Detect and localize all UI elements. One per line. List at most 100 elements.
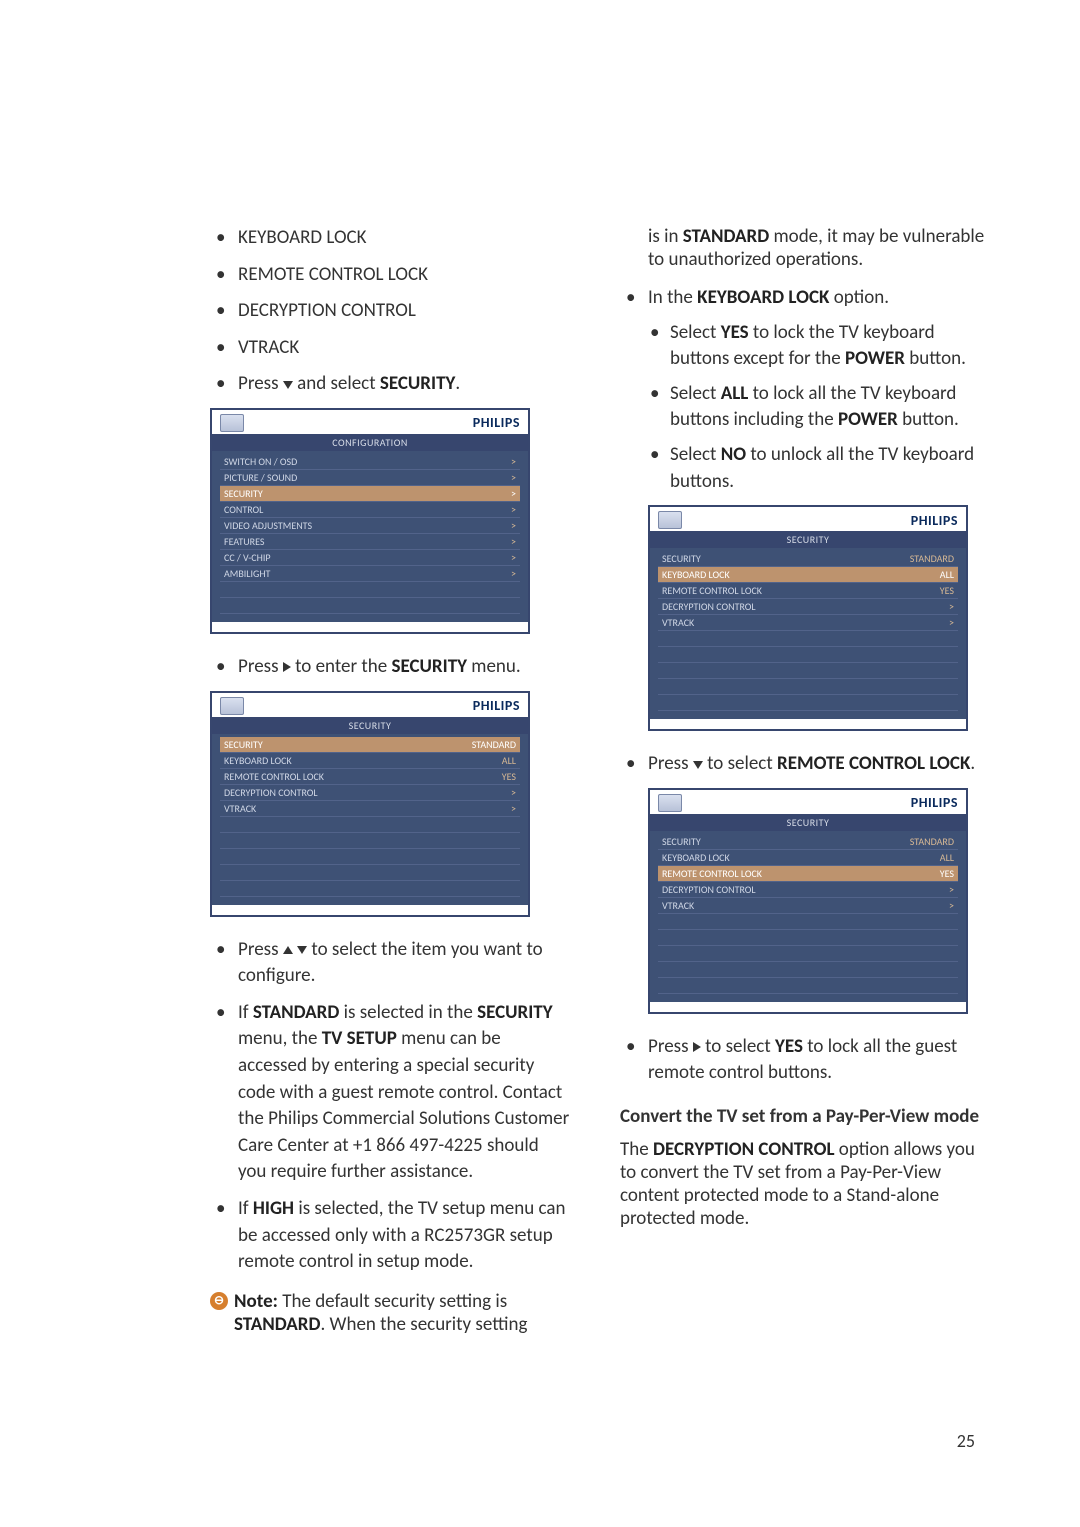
menu-row: DECRYPTION CONTROL>: [658, 599, 958, 615]
menu-row: [658, 930, 958, 946]
menu-row: [658, 978, 958, 994]
menu-row-value: >: [949, 616, 954, 629]
osd-body: SECURITYSTANDARDKEYBOARD LOCKALLREMOTE C…: [650, 831, 966, 1002]
menu-row: KEYBOARD LOCKALL: [220, 753, 520, 769]
menu-row: KEYBOARD LOCKALL: [658, 850, 958, 866]
menu-row-label: [224, 583, 226, 596]
menu-row: [658, 695, 958, 711]
menu-row-label: [662, 648, 664, 661]
menu-row-label: SECURITY: [224, 487, 263, 500]
down-arrow-icon: [283, 381, 293, 389]
osd-security-remote: PHILIPS SECURITY SECURITYSTANDARDKEYBOAR…: [648, 788, 968, 1014]
osd-title: SECURITY: [650, 531, 966, 548]
instruction-list: Press to enter the SECURITY menu.: [210, 654, 570, 681]
instruction-press-down-remote: Press to select REMOTE CONTROL LOCK.: [620, 751, 985, 778]
menu-row-value: >: [511, 471, 516, 484]
menu-row: VTRACK >: [658, 615, 958, 631]
instruction-high: If HIGH is selected, the TV setup menu c…: [210, 1196, 570, 1276]
instruction-list: Press to select YES to lock all the gues…: [620, 1034, 985, 1087]
menu-row: REMOTE CONTROL LOCKYES: [220, 769, 520, 785]
menu-row-label: SECURITY: [224, 738, 263, 751]
menu-row: [220, 865, 520, 881]
item-label: VTRACK: [238, 336, 299, 359]
instruction-list: Press to select REMOTE CONTROL LOCK.: [620, 751, 985, 778]
osd-security: PHILIPS SECURITY SECURITYSTANDARDKEYBOAR…: [210, 691, 530, 917]
menu-row: KEYBOARD LOCKALL: [658, 567, 958, 583]
menu-row: [220, 598, 520, 614]
instruction-list: Press to select the item you want to con…: [210, 937, 570, 1276]
note-text: Note: The default security setting is ST…: [234, 1290, 570, 1336]
right-arrow-icon: [283, 662, 291, 672]
item-label: REMOTE CONTROL LOCK: [238, 263, 428, 286]
menu-row-label: KEYBOARD LOCK: [662, 568, 730, 581]
option-no: Select NO to unlock all the TV keyboard …: [648, 442, 985, 495]
menu-row-value: >: [511, 455, 516, 468]
continuation-text: is in STANDARD mode, it may be vulnerabl…: [620, 225, 985, 271]
menu-row: CC / V-CHIP>: [220, 550, 520, 566]
menu-row: [220, 582, 520, 598]
menu-row: SECURITYSTANDARD: [220, 737, 520, 753]
page-number: 25: [957, 1430, 975, 1452]
menu-row: [658, 962, 958, 978]
instruction-press-down: Press and select SECURITY.: [210, 371, 570, 398]
menu-row-label: [662, 680, 664, 693]
menu-row-label: [662, 979, 664, 992]
osd-header: PHILIPS: [212, 693, 528, 717]
menu-row: CONTROL>: [220, 502, 520, 518]
menu-row: [658, 946, 958, 962]
menu-row: DECRYPTION CONTROL>: [220, 785, 520, 801]
osd-header: PHILIPS: [212, 410, 528, 434]
osd-header: PHILIPS: [650, 507, 966, 531]
menu-row: [658, 631, 958, 647]
list-item: DECRYPTION CONTROL: [210, 298, 570, 325]
decryption-paragraph: The DECRYPTION CONTROL option allows you…: [620, 1138, 985, 1230]
folder-icon: [658, 511, 682, 529]
menu-row-label: VIDEO ADJUSTMENTS: [224, 519, 312, 532]
folder-icon: [658, 794, 682, 812]
osd-title: SECURITY: [650, 814, 966, 831]
item-label: KEYBOARD LOCK: [238, 226, 367, 249]
right-arrow-icon: [693, 1042, 701, 1052]
section-heading: Convert the TV set from a Pay-Per-View m…: [620, 1105, 985, 1128]
menu-row-label: [224, 834, 226, 847]
menu-row-label: [662, 915, 664, 928]
menu-row-label: [224, 599, 226, 612]
osd-configuration: PHILIPS CONFIGURATION SWITCH ON / OSD>PI…: [210, 408, 530, 634]
menu-row-value: >: [511, 519, 516, 532]
menu-row: SECURITYSTANDARD: [658, 834, 958, 850]
menu-row-value: YES: [940, 867, 954, 880]
note-icon: ⊖: [210, 1292, 228, 1310]
menu-row-value: YES: [940, 584, 954, 597]
menu-row: [658, 914, 958, 930]
menu-row-value: >: [511, 567, 516, 580]
menu-row: SECURITY>: [220, 486, 520, 502]
menu-row-label: REMOTE CONTROL LOCK: [224, 770, 324, 783]
list-item: KEYBOARD LOCK: [210, 225, 570, 252]
menu-row-label: [224, 882, 226, 895]
osd-title: SECURITY: [212, 717, 528, 734]
list-item: REMOTE CONTROL LOCK: [210, 262, 570, 289]
menu-row: [220, 817, 520, 833]
osd-security-keyboard: PHILIPS SECURITY SECURITYSTANDARDKEYBOAR…: [648, 505, 968, 731]
instruction-press-right: Press to enter the SECURITY menu.: [210, 654, 570, 681]
menu-row-value: >: [511, 503, 516, 516]
menu-row-label: VTRACK: [662, 616, 694, 629]
menu-row-label: VTRACK: [662, 899, 694, 912]
menu-row: VIDEO ADJUSTMENTS >: [220, 518, 520, 534]
menu-row-label: DECRYPTION CONTROL: [224, 786, 318, 799]
menu-row-label: KEYBOARD LOCK: [224, 754, 292, 767]
instruction-list: In the KEYBOARD LOCK option. Select YES …: [620, 285, 985, 495]
menu-row-label: [662, 947, 664, 960]
left-column: KEYBOARD LOCK REMOTE CONTROL LOCK DECRYP…: [210, 225, 570, 1336]
menu-row-label: PICTURE / SOUND: [224, 471, 297, 484]
osd-body: SECURITYSTANDARDKEYBOARD LOCKALLREMOTE C…: [650, 548, 966, 719]
folder-icon: [220, 697, 244, 715]
menu-row: [220, 849, 520, 865]
osd-body: SECURITYSTANDARDKEYBOARD LOCKALLREMOTE C…: [212, 734, 528, 905]
menu-row-label: DECRYPTION CONTROL: [662, 883, 756, 896]
menu-row-value: >: [511, 551, 516, 564]
menu-row-label: REMOTE CONTROL LOCK: [662, 867, 762, 880]
menu-row-value: STANDARD: [910, 552, 954, 565]
menu-row-value: ALL: [940, 851, 954, 864]
instruction-press-right-yes: Press to select YES to lock all the gues…: [620, 1034, 985, 1087]
